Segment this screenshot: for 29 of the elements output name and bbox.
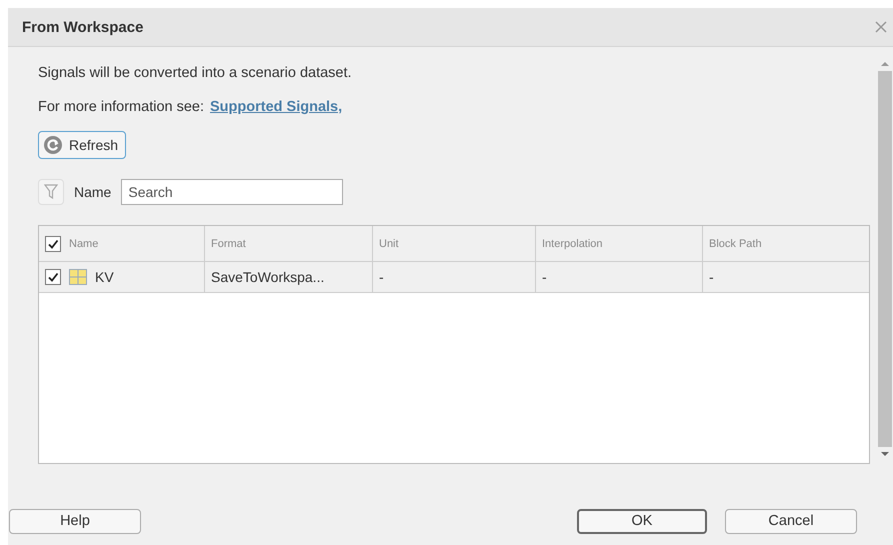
scroll-down-icon[interactable] [880, 451, 890, 457]
scroll-up-icon[interactable] [880, 61, 890, 67]
refresh-icon [43, 135, 63, 155]
name-label: Name [74, 184, 112, 200]
filter-button[interactable] [38, 179, 64, 205]
filter-icon [44, 184, 58, 200]
cancel-button[interactable]: Cancel [725, 508, 857, 534]
column-header[interactable]: Block Path [703, 226, 869, 261]
close-icon[interactable] [875, 21, 887, 33]
table-cell: - [373, 262, 536, 292]
description-text: Signals will be converted into a scenario dataset. [38, 65, 353, 81]
window-title: From Workspace [22, 18, 144, 36]
table-cell-text: - [708, 268, 715, 287]
help-button[interactable]: Help [9, 508, 141, 534]
column-header[interactable]: Interpolation [536, 226, 703, 261]
table-cell: - [536, 262, 703, 292]
grid-icon [69, 269, 87, 285]
supported-signals-link[interactable]: Supported Signals, [210, 99, 342, 115]
column-header[interactable]: Name [39, 226, 205, 261]
checkbox[interactable] [45, 236, 61, 252]
refresh-button[interactable]: Refresh [38, 131, 126, 159]
ok-button[interactable]: OK [577, 508, 707, 534]
table-cell: SaveToWorkspa... [205, 262, 373, 292]
info-text: For more information see: [38, 99, 204, 115]
search-field[interactable]: Search [121, 179, 344, 205]
column-header[interactable]: Unit [373, 226, 536, 261]
column-header[interactable]: Format [205, 226, 373, 261]
checkbox[interactable] [45, 269, 61, 285]
table-cell: KV [39, 262, 205, 292]
